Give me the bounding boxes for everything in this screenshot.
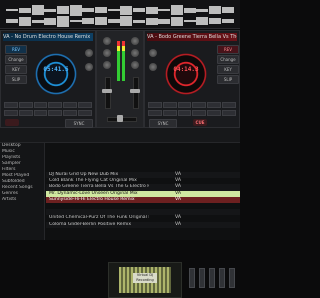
mixer-high-right-knob[interactable] — [131, 49, 139, 57]
left-hotcue-pads[interactable] — [4, 102, 92, 108]
right-key-knob[interactable] — [149, 63, 157, 71]
crossfader-handle[interactable] — [117, 115, 123, 122]
left-slip-button[interactable]: SLIP — [5, 75, 27, 84]
track-list[interactable]: DJ Nurai Grid Up New Dub Mix VA Cold Blan… — [46, 172, 240, 240]
right-hotcue-pads[interactable] — [148, 102, 236, 108]
left-rev-button[interactable]: REV — [5, 45, 27, 54]
mixer-high-left-knob[interactable] — [103, 49, 111, 57]
mixer-panel — [96, 30, 144, 128]
right-jog-wheel[interactable]: 04:14.3 — [165, 53, 207, 95]
track-preview-box[interactable]: Virtual DJ Recording — [108, 262, 182, 298]
left-key-button[interactable]: KEY — [5, 65, 27, 74]
right-deck: VA - Bodo Greene Tierra Bella Vs The G E… — [144, 30, 240, 128]
right-level-meter — [122, 41, 125, 81]
folder-tree: Desktop Music Playlists Sampler Filters … — [0, 143, 45, 240]
left-deck: VA - No Drum Electro House Remix REV Cha… — [0, 30, 96, 128]
browser-panel: Desktop Music Playlists Sampler Filters … — [0, 128, 240, 298]
right-rev-button[interactable]: REV — [217, 45, 239, 54]
mixer-gain-right-knob[interactable] — [131, 37, 139, 45]
left-volume-fader[interactable] — [105, 77, 111, 109]
left-time-display: 05:41.5 — [43, 66, 69, 73]
right-volume-fader[interactable] — [133, 77, 139, 109]
right-cue-button[interactable]: CUE — [193, 119, 207, 126]
right-slip-button[interactable]: SLIP — [217, 75, 239, 84]
folder-item[interactable]: Artists — [0, 197, 44, 203]
mixer-gain-left-knob[interactable] — [103, 37, 111, 45]
mixer-mid-right-knob[interactable] — [131, 61, 139, 69]
right-effect-pads[interactable] — [148, 110, 236, 116]
browser-side-controls[interactable] — [189, 268, 235, 288]
left-effect-pads[interactable] — [4, 110, 92, 116]
left-cue-button[interactable] — [5, 119, 19, 126]
right-sync-button[interactable]: SYNC — [149, 119, 177, 128]
track-title: Coloma Glider-Berlin Positive Remix — [49, 221, 132, 227]
right-waveform[interactable] — [6, 15, 234, 27]
right-time-display: 04:14.3 — [173, 66, 199, 73]
right-deck-title: VA - Bodo Greene Tierra Bella Vs The G E… — [147, 33, 237, 41]
left-deck-title: VA - No Drum Electro House Remix — [3, 33, 93, 41]
browser-toolbar — [0, 128, 240, 143]
preview-label: Virtual DJ Recording — [133, 273, 157, 283]
left-sync-button[interactable]: SYNC — [65, 119, 93, 128]
left-key-knob[interactable] — [85, 63, 93, 71]
left-volume-handle[interactable] — [102, 89, 112, 93]
table-row[interactable]: Coloma Glider-Berlin Positive Remix VA — [46, 221, 240, 228]
waveform-overview[interactable] — [0, 0, 240, 29]
right-pitch-knob[interactable] — [149, 49, 157, 57]
track-artist: VA — [175, 221, 181, 227]
right-change-button[interactable]: Change — [217, 55, 239, 64]
left-level-meter — [117, 41, 120, 81]
left-change-button[interactable]: Change — [5, 55, 27, 64]
left-jog-wheel[interactable]: 05:41.5 — [35, 53, 77, 95]
right-key-button[interactable]: KEY — [217, 65, 239, 74]
right-volume-handle[interactable] — [130, 89, 140, 93]
left-pitch-knob[interactable] — [85, 49, 93, 57]
mixer-mid-left-knob[interactable] — [103, 61, 111, 69]
